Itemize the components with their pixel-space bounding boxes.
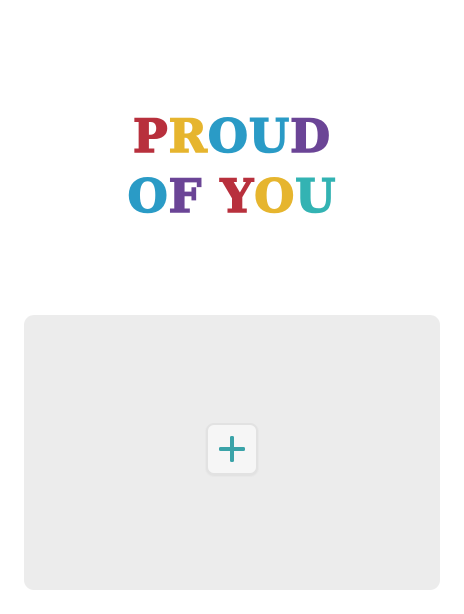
title-letter: Y bbox=[220, 168, 255, 224]
title-letter: D bbox=[289, 108, 331, 164]
title-letter: O bbox=[207, 108, 249, 164]
photo-upload-area[interactable] bbox=[24, 315, 440, 590]
title-letter: F bbox=[168, 168, 203, 224]
card-preview: PROUD OF YOU bbox=[0, 0, 464, 614]
plus-horizontal-bar bbox=[219, 447, 245, 451]
title-letter: U bbox=[294, 168, 337, 224]
title-space bbox=[202, 168, 220, 224]
add-photo-button[interactable] bbox=[206, 423, 258, 475]
card-title: PROUD OF YOU bbox=[0, 108, 464, 224]
title-letter: U bbox=[248, 108, 291, 164]
title-line-2: OF YOU bbox=[0, 168, 464, 224]
title-letter: O bbox=[127, 168, 169, 224]
title-line-1: PROUD bbox=[0, 108, 464, 164]
title-letter: O bbox=[253, 168, 296, 224]
title-letter: P bbox=[132, 108, 169, 164]
title-letter: R bbox=[168, 108, 208, 164]
plus-icon bbox=[219, 436, 245, 462]
